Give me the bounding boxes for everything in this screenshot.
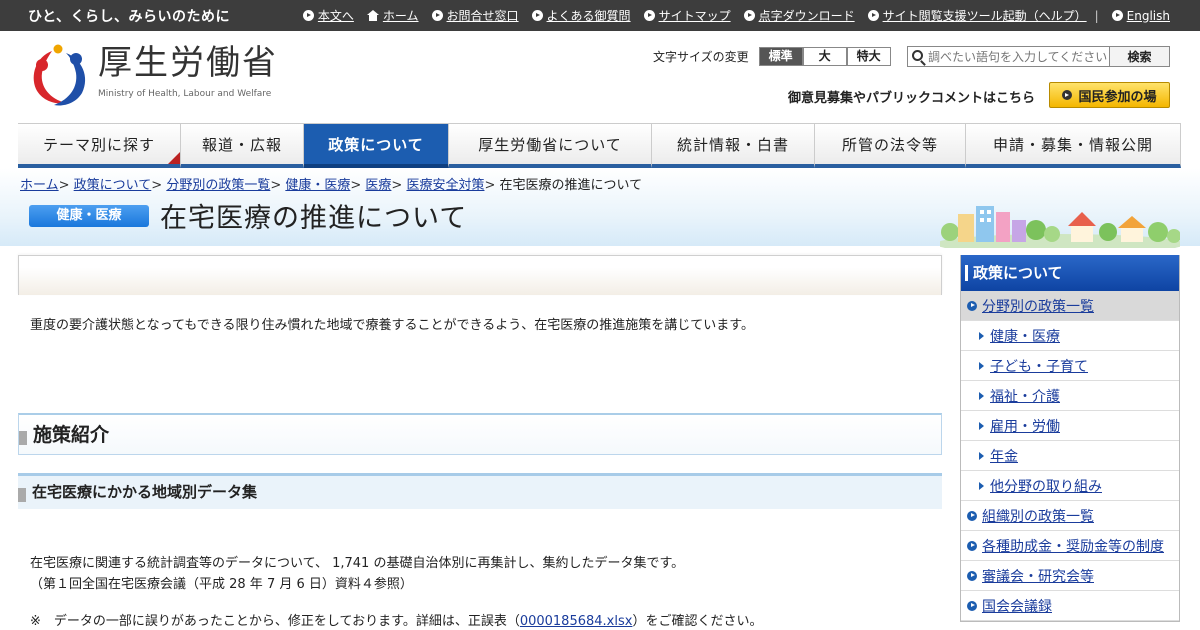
triangle-bullet-icon bbox=[979, 451, 984, 460]
arrow-circle-icon bbox=[967, 300, 977, 311]
site-search: 検索 bbox=[907, 46, 1170, 67]
breadcrumb-link[interactable]: 医療安全対策 bbox=[406, 178, 484, 193]
breadcrumb-link[interactable]: 政策について bbox=[74, 178, 152, 193]
search-input[interactable] bbox=[908, 47, 1108, 66]
subsection-heading: 在宅医療にかかる地域別データ集 bbox=[18, 473, 942, 509]
participate-button[interactable]: 国民参加の場 bbox=[1049, 82, 1170, 108]
font-size-standard-button[interactable]: 標準 bbox=[758, 47, 803, 66]
nav-item[interactable]: 所管の法令等 bbox=[815, 124, 966, 168]
breadcrumb-link[interactable]: 医療 bbox=[365, 178, 391, 193]
sidebar-item[interactable]: 審議会・研究会等 bbox=[961, 561, 1179, 591]
arrow-circle-icon bbox=[743, 10, 755, 21]
sidebar-item[interactable]: 組織別の政策一覧 bbox=[961, 501, 1179, 531]
breadcrumb-link[interactable]: ホーム bbox=[20, 178, 59, 193]
intro-text: 重度の要介護状態となってもできる限り住み慣れた地域で療養することができるよう、在… bbox=[30, 318, 754, 333]
triangle-bullet-icon bbox=[979, 361, 984, 370]
category-badge: 健康・医療 bbox=[29, 205, 149, 227]
nav-item[interactable]: 報道・広報 bbox=[181, 124, 304, 168]
participate-label: 国民参加の場 bbox=[1078, 89, 1157, 105]
font-size-label: 文字サイズの変更 bbox=[653, 50, 749, 64]
breadcrumb: ホーム> 政策について> 分野別の政策一覧> 健康・医療> 医療> 医療安全対策… bbox=[20, 178, 643, 193]
arrow-circle-icon bbox=[531, 10, 543, 21]
breadcrumb-current: 在宅医療の推進について bbox=[499, 178, 643, 193]
font-size-switcher: 文字サイズの変更 標準 大 特大 bbox=[653, 47, 891, 66]
divider: | bbox=[1094, 8, 1099, 23]
page-title: 在宅医療の推進について bbox=[160, 203, 468, 234]
english-link[interactable]: English bbox=[1111, 9, 1170, 23]
sidebar-item[interactable]: 子ども・子育て bbox=[961, 351, 1179, 381]
utility-link[interactable]: お問合せ窓口 bbox=[431, 7, 519, 24]
town-illustration-icon bbox=[935, 192, 1185, 254]
utility-bar: ひと、くらし、みらいのために 本文へ ホーム お問合せ窓口 よくある御質問 サイトマップ… bbox=[0, 0, 1200, 31]
body-text: 在宅医療に関連する統計調査等のデータについて、 1,741 の基礎自治体別に再集… bbox=[18, 554, 942, 596]
sidebar: 政策について 分野別の政策一覧 健康・医療 子ども・子育て 福祉・介護 雇用・労働 年金他… bbox=[960, 255, 1180, 622]
arrow-circle-icon bbox=[867, 10, 879, 21]
utility-link[interactable]: サイト閲覧支援ツール起動（ヘルプ） bbox=[867, 7, 1087, 24]
arrow-circle-icon bbox=[1111, 10, 1123, 21]
sidebar-item[interactable]: 分野別の政策一覧 bbox=[961, 291, 1179, 321]
site-header: 厚生労働省 Ministry of Health, Labour and Wel… bbox=[0, 31, 1200, 123]
breadcrumb-link[interactable]: 分野別の政策一覧 bbox=[166, 178, 270, 193]
body-line-1: 在宅医療に関連する統計調査等のデータについて、 1,741 の基礎自治体別に再集… bbox=[30, 556, 685, 571]
page-hero: ホーム> 政策について> 分野別の政策一覧> 健康・医療> 医療> 医療安全対策… bbox=[0, 168, 1200, 254]
font-size-large-button[interactable]: 大 bbox=[802, 47, 847, 66]
nav-item[interactable]: 厚生労働省について bbox=[449, 124, 652, 168]
home-icon bbox=[366, 10, 379, 21]
sidebar-item[interactable]: 年金 bbox=[961, 441, 1179, 471]
nav-item[interactable]: 政策について bbox=[304, 124, 449, 168]
triangle-bullet-icon bbox=[979, 481, 984, 490]
arrow-circle-icon bbox=[967, 540, 977, 551]
arrow-circle-icon bbox=[967, 600, 977, 611]
note-suffix: ）をご確認ください。 bbox=[632, 613, 763, 629]
arrow-circle-icon bbox=[1062, 90, 1073, 100]
sidebar-item[interactable]: 他分野の取り組み bbox=[961, 471, 1179, 501]
nav-item[interactable]: 申請・募集・情報公開 bbox=[966, 124, 1181, 168]
triangle-bullet-icon bbox=[979, 421, 984, 430]
section-heading: 施策紹介 bbox=[18, 413, 942, 455]
content-panel-top bbox=[18, 255, 942, 295]
arrow-circle-icon bbox=[967, 570, 977, 581]
arrow-circle-icon bbox=[967, 510, 977, 521]
utility-link[interactable]: よくある御質問 bbox=[531, 7, 631, 24]
main-content: 重度の要介護状態となってもできる限り住み慣れた地域で療養することができるよう、在… bbox=[18, 255, 942, 629]
erratum-file-link[interactable]: 0000185684.xlsx bbox=[520, 614, 633, 629]
sidebar-heading[interactable]: 政策について bbox=[961, 255, 1179, 291]
utility-link[interactable]: 本文へ bbox=[302, 7, 354, 24]
tagline: ひと、くらし、みらいのために bbox=[28, 8, 231, 25]
logo-subtitle: Ministry of Health, Labour and Welfare bbox=[98, 89, 272, 99]
sidebar-item[interactable]: 福祉・介護 bbox=[961, 381, 1179, 411]
arrow-circle-icon bbox=[302, 10, 314, 21]
logo-emblem-icon bbox=[28, 43, 90, 109]
sidebar-item[interactable]: 国会会議録 bbox=[961, 591, 1179, 621]
breadcrumb-link[interactable]: 健康・医療 bbox=[285, 178, 350, 193]
utility-link[interactable]: 点字ダウンロード bbox=[743, 7, 855, 24]
sidebar-item[interactable]: 雇用・労働 bbox=[961, 411, 1179, 441]
utility-links: 本文へ ホーム お問合せ窓口 よくある御質問 サイトマップ 点字ダウンロード サイト閲覧支援… bbox=[290, 7, 1170, 24]
note-prefix: ※ データの一部に誤りがあったことから、修正をしております。詳細は、正誤表（ bbox=[30, 613, 520, 629]
triangle-bullet-icon bbox=[979, 391, 984, 400]
logo-title: 厚生労働省 bbox=[98, 43, 278, 83]
site-logo[interactable]: 厚生労働省 Ministry of Health, Labour and Wel… bbox=[28, 43, 278, 109]
body-line-2: （第１回全国在宅医療会議（平成 28 年 7 月 6 日）資料４参照） bbox=[30, 576, 413, 592]
arrow-circle-icon bbox=[643, 10, 655, 21]
sidebar-item[interactable]: 各種助成金・奨励金等の制度 bbox=[961, 531, 1179, 561]
erratum-note: ※ データの一部に誤りがあったことから、修正をしております。詳細は、正誤表（00… bbox=[18, 610, 942, 629]
global-nav: テーマ別に探す 報道・広報 政策について 厚生労働省について 統計情報・白書 所管の法令等… bbox=[18, 123, 1181, 168]
nav-item[interactable]: 統計情報・白書 bbox=[652, 124, 815, 168]
utility-link[interactable]: ホーム bbox=[366, 7, 419, 24]
nav-item[interactable]: テーマ別に探す bbox=[18, 124, 181, 168]
sidebar-item[interactable]: 健康・医療 bbox=[961, 321, 1179, 351]
font-size-xlarge-button[interactable]: 特大 bbox=[846, 47, 891, 66]
arrow-circle-icon bbox=[431, 10, 443, 21]
dropdown-corner-icon bbox=[168, 152, 180, 164]
search-button[interactable]: 検索 bbox=[1109, 47, 1169, 66]
utility-link[interactable]: サイトマップ bbox=[643, 7, 731, 24]
search-icon bbox=[912, 50, 923, 61]
public-comment-link[interactable]: 御意見募集やパブリックコメントはこちら bbox=[788, 87, 1035, 106]
triangle-bullet-icon bbox=[979, 331, 984, 340]
